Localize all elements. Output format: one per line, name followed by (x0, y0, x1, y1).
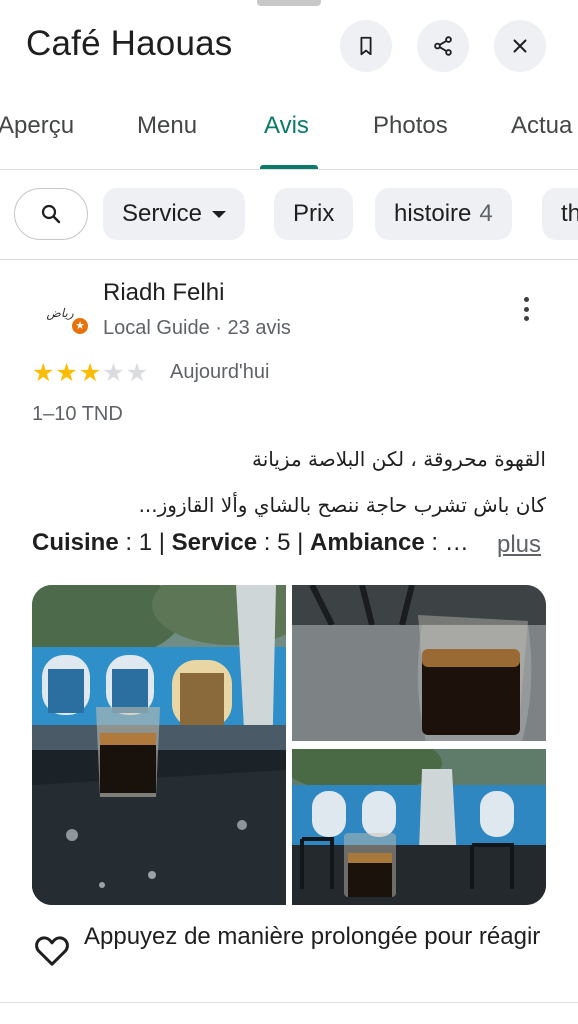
review-attributes: Cuisine : 1 | Service : 5 | Ambiance : … (32, 529, 469, 556)
place-tabs: Aperçu Menu Avis Photos Actua (0, 92, 578, 170)
react-hint-text: Appuyez de manière prolongée pour réagir (84, 923, 541, 950)
tab-apercu[interactable]: Aperçu (0, 112, 74, 140)
active-tab-indicator (260, 165, 318, 169)
place-title: Café Haouas (26, 24, 233, 63)
search-icon (41, 204, 61, 224)
save-button[interactable] (340, 20, 392, 72)
tab-menu[interactable]: Menu (137, 112, 197, 140)
attr-cuisine-value: 1 (138, 529, 153, 556)
attr-service-label: Service (171, 529, 258, 556)
close-button[interactable] (494, 20, 546, 72)
heart-icon[interactable] (32, 930, 72, 970)
react-row[interactable]: Appuyez de manière prolongée pour réagir (32, 921, 554, 970)
review-text-line-2: كان باش تشرب حاجة ننصح بالشاي وألا القاز… (138, 493, 546, 517)
star-rating: ★ ★ ★ ★ ★ (32, 361, 148, 386)
chip-next[interactable]: th (542, 188, 578, 240)
review-filter-chips: Service Prix histoire 4 th (0, 170, 578, 260)
chip-service-label: Service (122, 200, 203, 227)
review-date: Aujourd'hui (170, 361, 270, 383)
review-photo-1[interactable] (32, 585, 286, 905)
local-guide-star-icon: ★ (70, 316, 90, 336)
avatar-signature: رياض (46, 306, 74, 320)
star-filled-icon: ★ (78, 359, 102, 387)
chip-histoire-count: 4 (479, 200, 493, 227)
tab-avis[interactable]: Avis (264, 112, 309, 140)
chevron-down-icon (212, 210, 227, 218)
bookmark-icon (360, 36, 372, 56)
place-header: Café Haouas (0, 0, 578, 92)
share-icon (434, 36, 452, 56)
attr-cuisine-label: Cuisine (32, 529, 119, 556)
review-card: رياض ★ Riadh Felhi Local Guide · 23 avis… (0, 261, 578, 1001)
reviewer-meta: Local Guide · 23 avis (103, 317, 291, 339)
review-text-line-1: القهوة محروقة ، لكن البلاصة مزيانة (251, 447, 546, 471)
divider (0, 1002, 578, 1003)
attr-service-value: 5 (277, 529, 291, 556)
tab-actualites[interactable]: Actua (511, 112, 572, 140)
reviewer-name[interactable]: Riadh Felhi (103, 279, 224, 307)
tab-photos[interactable]: Photos (373, 112, 448, 140)
chip-histoire-label: histoire (394, 200, 472, 227)
more-options-icon[interactable] (512, 295, 540, 323)
attr-ambiance-label: Ambiance (310, 529, 425, 556)
chip-histoire[interactable]: histoire 4 (375, 188, 512, 240)
chip-service[interactable]: Service (103, 188, 246, 240)
star-filled-icon: ★ (55, 359, 78, 387)
attr-ellipsis: … (444, 529, 469, 556)
review-price: 1–10 TND (32, 403, 123, 425)
close-icon (513, 39, 527, 53)
chip-next-label: th (561, 200, 578, 227)
review-photo-3[interactable] (292, 749, 546, 905)
star-empty-icon: ★ (125, 359, 149, 387)
review-photo-2[interactable] (292, 585, 546, 741)
show-more-link[interactable]: plus (497, 531, 541, 559)
review-photos (32, 585, 546, 905)
chip-prix[interactable]: Prix (274, 188, 354, 240)
share-button[interactable] (417, 20, 469, 72)
star-filled-icon: ★ (32, 359, 55, 387)
star-empty-icon: ★ (102, 359, 125, 387)
chip-prix-label: Prix (293, 200, 335, 227)
search-reviews-button[interactable] (14, 188, 88, 240)
